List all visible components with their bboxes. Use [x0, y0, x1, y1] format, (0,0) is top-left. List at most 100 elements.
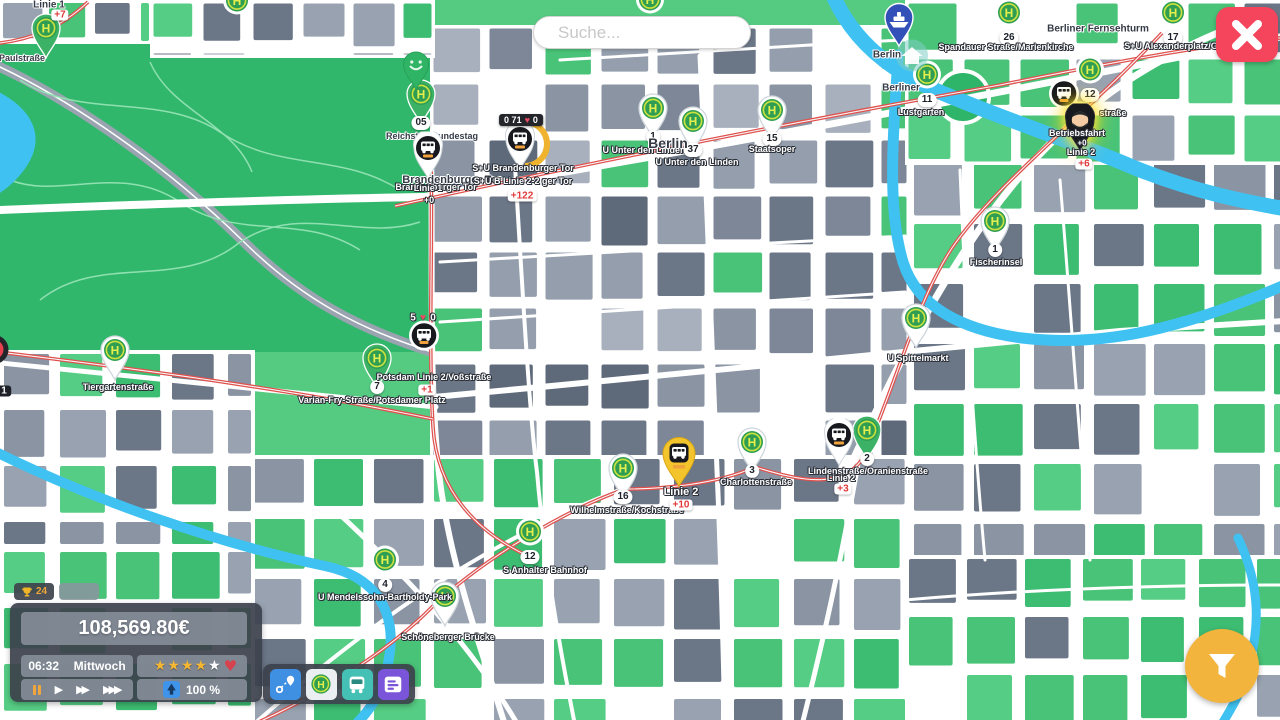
bus-stops-button[interactable]: H	[306, 669, 337, 700]
delay-badge: +3	[834, 484, 851, 495]
passenger-count-badge: 0 71 ♥ 0	[499, 114, 543, 126]
bus-stop-marker[interactable]: H	[994, 0, 1024, 33]
svg-text:H: H	[991, 214, 1000, 228]
bus-stop-marker[interactable]: H	[222, 0, 252, 21]
svg-text:H: H	[768, 103, 777, 117]
star-icon: ★	[195, 659, 208, 673]
bus-icon	[346, 673, 368, 695]
weekday-value: Mittwoch	[74, 659, 126, 673]
trophy-icon	[21, 586, 33, 598]
achievements-button[interactable]: 24	[14, 583, 54, 600]
speed-controls: ▶ ▶▶ ▶▶▶	[21, 679, 133, 700]
map-label: +0	[424, 195, 434, 205]
map-label: 0	[430, 313, 436, 324]
bus-stop-marker[interactable]: H	[370, 545, 400, 580]
bus-stop-pin[interactable]: H	[428, 580, 462, 632]
map-label: Potsdam Linie 2/Voßstraße	[377, 372, 492, 382]
map-label: Paulstraße	[0, 53, 45, 63]
close-button[interactable]	[1216, 7, 1278, 62]
stop-number-badge: 3	[745, 464, 759, 478]
stop-number-badge: 2	[860, 452, 874, 466]
svg-text:H: H	[863, 423, 872, 437]
map-label: Schöneberger Brücke	[401, 632, 495, 642]
eco-value: 100 %	[186, 683, 220, 697]
fast-forward-button[interactable]: ▶▶	[76, 684, 90, 695]
satisfaction-smiley-pin[interactable]	[401, 51, 431, 96]
svg-text:H: H	[689, 114, 698, 128]
star-icon: ★	[167, 659, 180, 673]
map-label: U Spittelmarkt	[887, 353, 948, 363]
rating-stars: ★★★★★♥	[137, 655, 247, 677]
svg-text:H: H	[233, 0, 242, 8]
count-badge: 1	[0, 386, 11, 397]
map-label: U Mendelssohn-Bartholdy-Park	[318, 592, 452, 602]
route-icon	[274, 673, 296, 695]
map-label: U Unter den Linden	[656, 157, 739, 167]
achievement-bar: 24	[14, 583, 99, 600]
fastest-forward-button[interactable]: ▶▶▶	[103, 684, 122, 695]
map-label: Linie 2	[664, 486, 699, 498]
map-label: Berlin	[873, 50, 901, 61]
map-label: Spandauer Straße/Marienkirche	[938, 42, 1073, 52]
star-icon: ★	[154, 659, 167, 673]
stop-number-badge: 1	[988, 243, 1002, 257]
map-label: S+U Brandenburger Tor	[472, 163, 574, 173]
delay-badge: +122	[508, 191, 537, 202]
delay-badge: +7	[51, 10, 68, 21]
stop-number-badge: 05	[411, 116, 430, 130]
routes-button[interactable]	[270, 669, 301, 700]
bus-stop-marker[interactable]: H	[1158, 0, 1188, 33]
map-label: S+U B Linie 2-2 ger Tor	[474, 176, 573, 186]
svg-text:H: H	[381, 553, 390, 567]
svg-text:H: H	[912, 311, 921, 325]
stop-number-badge: 11	[918, 93, 937, 107]
play-button[interactable]: ▶	[55, 684, 63, 695]
bus-marker[interactable]	[408, 320, 440, 357]
map-label: Berlin	[648, 135, 688, 151]
bus-stop-pin[interactable]: H	[98, 334, 132, 386]
eco-tree-icon	[163, 681, 180, 698]
money-display: 108,569.80€	[21, 612, 247, 645]
pause-button[interactable]	[32, 685, 42, 695]
app-window: HHH26Spandauer Straße/MarienkircheH11Lus…	[0, 0, 1280, 720]
achievement-slot-empty[interactable]	[59, 583, 99, 600]
hud-panel: 108,569.80€ 06:32 Mittwoch ★★★★★♥ ▶ ▶▶ ▶…	[10, 603, 262, 702]
map-label: Lustgarten	[898, 107, 945, 117]
bus-marker[interactable]	[821, 419, 857, 472]
bus-stop-marker[interactable]: H	[515, 517, 545, 552]
svg-text:H: H	[317, 680, 325, 691]
svg-text:H: H	[1005, 6, 1014, 20]
stop-number-badge: 16	[613, 490, 632, 504]
delay-badge: +6	[1075, 159, 1092, 170]
map-label: Linie 2	[1067, 147, 1096, 157]
filter-funnel-icon	[1205, 649, 1239, 683]
timetable-button[interactable]	[378, 669, 409, 700]
svg-text:H: H	[1086, 63, 1095, 77]
stop-number-badge: 12	[520, 550, 539, 564]
timetable-icon	[382, 673, 404, 695]
map-label: Berliner Fernsehturm	[1047, 24, 1149, 35]
map-label: Varian-Fry-Straße/Potsdamer Platz	[298, 395, 446, 405]
stop-number-badge: 4	[378, 578, 392, 592]
star-icon: ★	[181, 659, 194, 673]
selected-bus-marker[interactable]	[659, 436, 699, 493]
svg-text:H: H	[619, 461, 628, 475]
map-toolbar: H	[263, 664, 415, 704]
svg-text:H: H	[748, 435, 757, 449]
delay-badge: +10	[670, 500, 693, 511]
search-input[interactable]	[533, 16, 751, 49]
map-label: Fischerinsel	[970, 257, 1023, 267]
map-label: 5	[410, 313, 416, 324]
rating-heart-icon: ♥	[224, 657, 237, 675]
map-label: Linie 1	[414, 183, 443, 193]
money-value: 108,569.80€	[78, 617, 189, 640]
line-terminus-marker[interactable]	[0, 332, 12, 373]
map-label: Staatsoper	[749, 144, 796, 154]
bus-stop-pin[interactable]: H	[899, 302, 933, 354]
eco-display: 100 %	[137, 679, 247, 700]
close-icon	[1230, 18, 1264, 52]
map-label: Berliner	[882, 83, 920, 94]
map-label: Wilhelmstraße/Kochstraße	[570, 505, 683, 515]
filter-button[interactable]	[1185, 629, 1259, 703]
buses-button[interactable]	[342, 669, 373, 700]
